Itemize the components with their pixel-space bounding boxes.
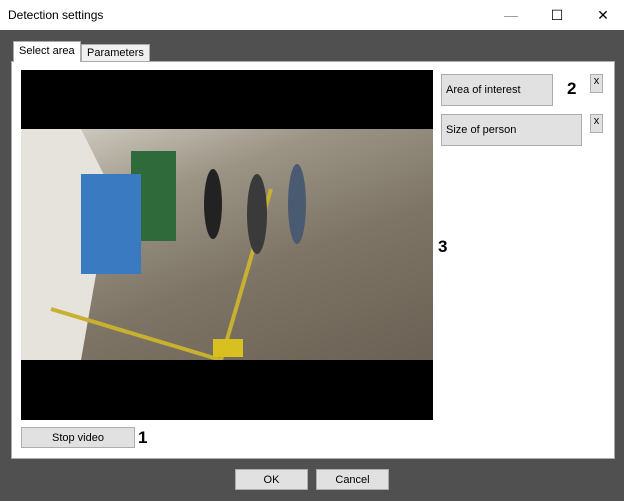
callout-1: 1 <box>138 428 148 447</box>
close-button[interactable]: ✕ <box>580 0 624 30</box>
size-of-person-button[interactable]: Size of person <box>441 114 582 146</box>
title-bar: Detection settings — ☐ ✕ <box>0 0 624 30</box>
window-title: Detection settings <box>8 8 104 22</box>
video-view[interactable] <box>21 70 433 420</box>
area-of-interest-button[interactable]: Area of interest <box>441 74 553 106</box>
tab-parameters[interactable]: Parameters <box>81 44 150 62</box>
minimize-button[interactable]: — <box>488 0 534 30</box>
tab-select-area[interactable]: Select area <box>13 41 81 62</box>
callout-2: 2 <box>567 79 577 98</box>
remove-area-of-interest-button[interactable]: x <box>590 74 603 93</box>
stop-video-button[interactable]: Stop video <box>21 427 135 448</box>
maximize-button[interactable]: ☐ <box>534 0 580 30</box>
camera-frame <box>21 129 433 360</box>
camera-scene-image <box>21 129 306 360</box>
area-of-interest-label: Area of interest <box>446 84 521 96</box>
cancel-button[interactable]: Cancel <box>316 469 389 490</box>
callout-3: 3 <box>438 237 448 256</box>
remove-size-of-person-button[interactable]: x <box>590 114 603 133</box>
ok-button[interactable]: OK <box>235 469 308 490</box>
size-of-person-label: Size of person <box>446 124 517 136</box>
